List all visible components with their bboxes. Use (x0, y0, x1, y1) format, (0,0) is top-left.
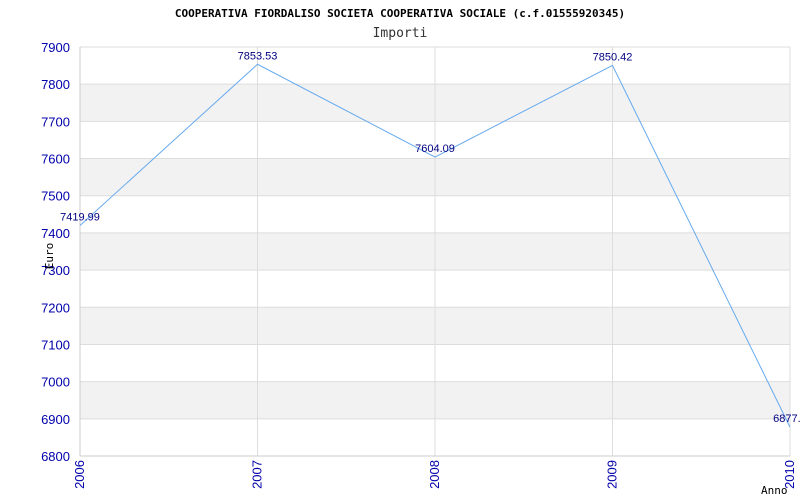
y-tick-label: 7200 (41, 300, 70, 315)
chart-subtitle: Importi (373, 26, 428, 41)
y-tick-label: 6800 (41, 449, 70, 464)
y-tick-label: 7000 (41, 375, 70, 390)
line-chart: COOPERATIVA FIORDALISO SOCIETA COOPERATI… (41, 7, 800, 497)
x-axis-label: Anno (761, 484, 788, 497)
y-tick-label: 6900 (41, 412, 70, 427)
x-tick-label: 2009 (605, 460, 620, 489)
x-tick-labels: 2006 2007 2008 2009 2010 (72, 460, 797, 489)
y-tick-label: 7900 (41, 40, 70, 55)
data-label: 7419.99 (60, 211, 100, 223)
data-label: 7853.53 (238, 50, 278, 62)
data-label: 6877.7 (773, 413, 800, 425)
data-label: 7850.42 (593, 51, 633, 63)
y-axis-label: Euro (43, 243, 56, 270)
y-tick-label: 7700 (41, 114, 70, 129)
y-tick-label: 7400 (41, 226, 70, 241)
y-tick-label: 7500 (41, 189, 70, 204)
y-tick-label: 7800 (41, 77, 70, 92)
x-tick-label: 2007 (250, 460, 265, 489)
data-label: 7604.09 (415, 143, 455, 155)
x-tick-label: 2006 (72, 460, 87, 489)
x-tick-label: 2008 (427, 460, 442, 489)
y-tick-label: 7600 (41, 152, 70, 167)
y-tick-label: 7100 (41, 337, 70, 352)
chart-title: COOPERATIVA FIORDALISO SOCIETA COOPERATI… (175, 7, 625, 20)
